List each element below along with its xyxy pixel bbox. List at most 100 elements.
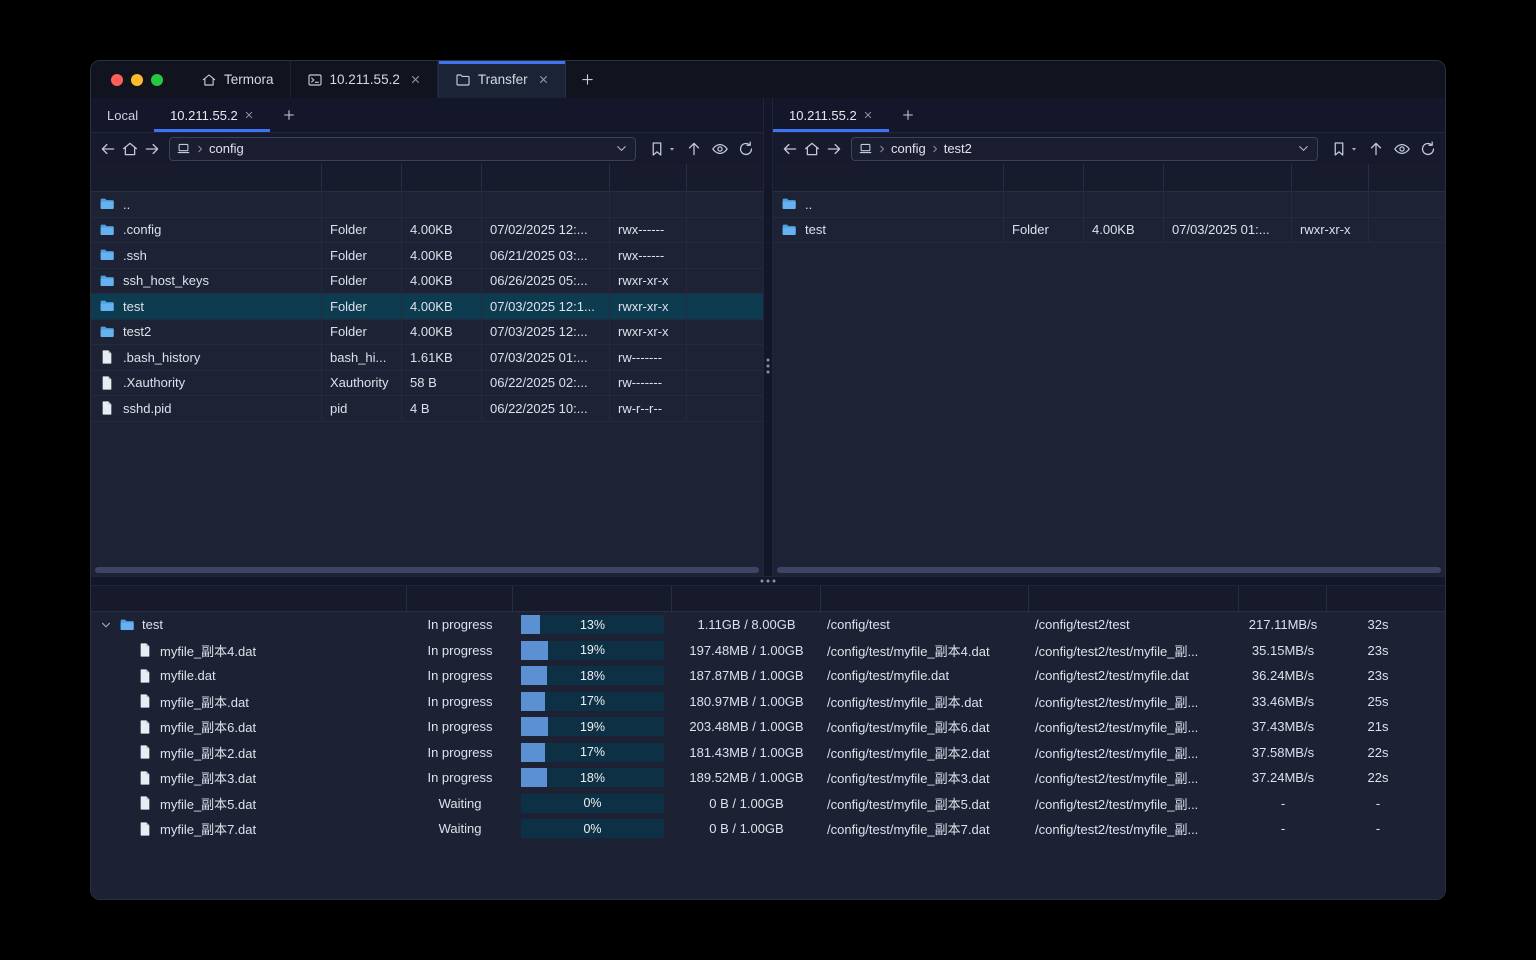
transfer-row[interactable]: myfile_副本6.dat In progress 19% 203.48MB … — [91, 714, 1445, 740]
titlebar-action-icon[interactable] — [1197, 71, 1215, 89]
file-row[interactable]: .Xauthority Xauthority 58 B 06/22/2025 0… — [91, 370, 763, 396]
column-header[interactable] — [402, 164, 482, 191]
path-breadcrumb-field[interactable]: config test2 — [851, 136, 1318, 161]
forward-button[interactable] — [825, 140, 843, 158]
breadcrumb-segment[interactable]: config — [873, 141, 926, 156]
file-row[interactable]: .. — [773, 192, 1445, 218]
transfer-row[interactable]: myfile_副本3.dat In progress 18% 189.52MB … — [91, 765, 1445, 791]
caret-down-icon — [667, 144, 677, 154]
back-button[interactable] — [781, 140, 799, 158]
titlebar-action-icon[interactable] — [1224, 71, 1242, 89]
expand-chevron-icon[interactable] — [99, 618, 113, 632]
file-row[interactable]: .. — [91, 192, 763, 218]
zoom-window-button[interactable] — [151, 73, 163, 86]
column-header[interactable] — [610, 164, 687, 191]
file-panes: Local 10.211.55.2 config .. .config Fold… — [91, 98, 1445, 576]
titlebar-action-icon[interactable] — [1359, 71, 1377, 89]
file-row[interactable]: test Folder 4.00KB 07/03/2025 01:... rwx… — [773, 217, 1445, 243]
path-breadcrumb-field[interactable]: config — [169, 136, 636, 161]
titlebar-action-icon[interactable] — [1386, 71, 1404, 89]
titlebar-action-icon[interactable] — [1305, 71, 1323, 89]
pane-tab[interactable]: 10.211.55.2 — [154, 98, 270, 132]
chevron-down-icon[interactable] — [1296, 141, 1311, 156]
titlebar-action-icon[interactable] — [1278, 71, 1296, 89]
speed-cell: 37.58MB/s — [1251, 744, 1315, 760]
column-header[interactable] — [1084, 164, 1164, 191]
column-header[interactable] — [1004, 164, 1084, 191]
upload-button[interactable] — [1367, 140, 1385, 158]
column-header[interactable] — [513, 586, 672, 611]
file-row[interactable]: .config Folder 4.00KB 07/02/2025 12:... … — [91, 217, 763, 243]
transfer-row[interactable]: myfile_副本.dat In progress 17% 180.97MB /… — [91, 689, 1445, 715]
transfer-row[interactable]: myfile_副本7.dat Waiting 0% 0 B / 1.00GB /… — [91, 816, 1445, 842]
type-cell: Folder — [322, 294, 402, 319]
new-app-tab-button[interactable] — [566, 61, 609, 98]
column-header[interactable] — [91, 586, 407, 611]
file-row[interactable]: test Folder 4.00KB 07/03/2025 12:1... rw… — [91, 294, 763, 320]
new-pane-tab-button[interactable] — [270, 98, 308, 132]
titlebar-action-icon[interactable] — [1332, 71, 1350, 89]
close-icon[interactable] — [863, 110, 873, 120]
bookmark-button[interactable] — [648, 140, 677, 158]
column-header[interactable] — [407, 586, 513, 611]
close-window-button[interactable] — [111, 73, 123, 86]
file-row[interactable]: sshd.pid pid 4 B 06/22/2025 10:... rw-r-… — [91, 396, 763, 422]
upload-button[interactable] — [685, 140, 703, 158]
file-row[interactable]: ssh_host_keys Folder 4.00KB 06/26/2025 0… — [91, 268, 763, 294]
transfer-filename: myfile_副本2.dat — [160, 745, 257, 761]
column-header[interactable] — [1164, 164, 1292, 191]
column-header[interactable] — [1292, 164, 1369, 191]
owner-cell — [687, 345, 763, 370]
breadcrumb-segment[interactable]: config — [191, 141, 244, 156]
pane-tab[interactable]: Local — [91, 98, 154, 132]
app-tab[interactable]: Termora — [185, 61, 291, 98]
column-header[interactable] — [1239, 586, 1327, 611]
close-icon[interactable] — [410, 74, 421, 85]
titlebar-action-icon[interactable] — [1413, 71, 1431, 89]
home-button[interactable] — [121, 140, 139, 158]
file-row[interactable]: .ssh Folder 4.00KB 06/21/2025 03:... rwx… — [91, 243, 763, 269]
minimize-window-button[interactable] — [131, 73, 143, 86]
column-header[interactable] — [1029, 586, 1239, 611]
new-pane-tab-button[interactable] — [889, 98, 927, 132]
column-header[interactable] — [322, 164, 402, 191]
column-header[interactable] — [1369, 164, 1445, 191]
transfer-row[interactable]: myfile.dat In progress 18% 187.87MB / 1.… — [91, 663, 1445, 689]
transfer-row[interactable]: test In progress 13% 1.11GB / 8.00GB /co… — [91, 612, 1445, 638]
source-path-cell: /config/test/myfile_副本.dat — [827, 694, 983, 710]
back-button[interactable] — [99, 140, 117, 158]
pane-tab[interactable]: 10.211.55.2 — [773, 98, 889, 132]
column-header[interactable] — [773, 164, 1004, 191]
breadcrumb-segment[interactable]: test2 — [926, 141, 972, 156]
app-tab[interactable]: Transfer — [437, 61, 566, 98]
transfer-row[interactable]: myfile_副本2.dat In progress 17% 181.43MB … — [91, 740, 1445, 766]
show-hidden-files-button[interactable] — [1393, 140, 1411, 158]
app-tab[interactable]: 10.211.55.2 — [291, 61, 438, 98]
file-row[interactable]: test2 Folder 4.00KB 07/03/2025 12:... rw… — [91, 319, 763, 345]
column-header[interactable] — [821, 586, 1029, 611]
show-hidden-files-button[interactable] — [711, 140, 729, 158]
scrollbar-thumb[interactable] — [777, 567, 1441, 573]
transfer-row[interactable]: myfile_副本5.dat Waiting 0% 0 B / 1.00GB /… — [91, 791, 1445, 817]
home-button[interactable] — [803, 140, 821, 158]
pane-splitter[interactable] — [763, 98, 773, 576]
bookmark-button[interactable] — [1330, 140, 1359, 158]
refresh-button[interactable] — [1419, 140, 1437, 158]
transfer-row[interactable]: myfile_副本4.dat In progress 19% 197.48MB … — [91, 638, 1445, 664]
chevron-down-icon[interactable] — [614, 141, 629, 156]
refresh-button[interactable] — [737, 140, 755, 158]
transfer-panel-splitter[interactable] — [91, 576, 1445, 586]
close-icon[interactable] — [244, 110, 254, 120]
column-header[interactable] — [91, 164, 322, 191]
file-row[interactable]: .bash_history bash_hi... 1.61KB 07/03/20… — [91, 345, 763, 371]
chevron-right-icon — [194, 143, 206, 155]
column-header[interactable] — [482, 164, 610, 191]
scrollbar-thumb[interactable] — [95, 567, 759, 573]
column-header[interactable] — [687, 164, 763, 191]
column-header[interactable] — [1327, 586, 1429, 611]
close-icon[interactable] — [538, 74, 549, 85]
column-header[interactable] — [672, 586, 821, 611]
forward-button[interactable] — [143, 140, 161, 158]
titlebar-action-icon[interactable] — [1251, 71, 1269, 89]
target-path-cell: /config/test2/test/myfile_副... — [1035, 694, 1199, 710]
